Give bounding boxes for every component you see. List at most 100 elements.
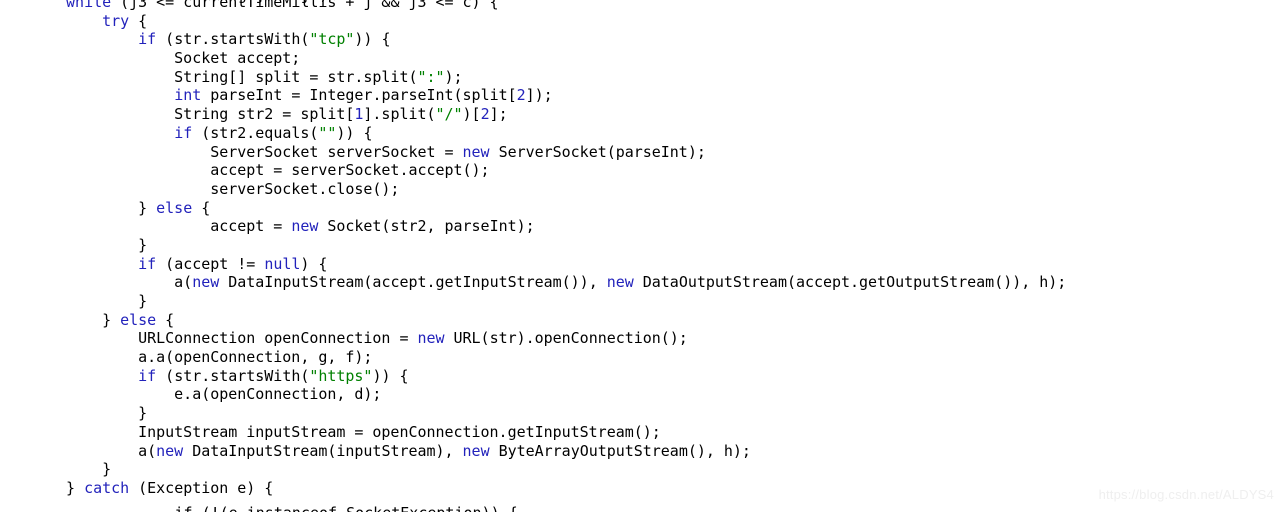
code-token-pl: } <box>30 478 85 497</box>
code-line: String[] split = str.split(":"); <box>30 68 1066 87</box>
code-token-num: 2 <box>516 86 526 105</box>
code-line: if (accept != null) { <box>30 255 1066 274</box>
code-token-pl: accept = <box>30 217 292 236</box>
code-token-kw: new <box>192 273 220 292</box>
code-line: e.a(openConnection, d); <box>30 385 1066 404</box>
code-line: } <box>30 460 1066 479</box>
code-line: } else { <box>30 311 1066 330</box>
code-token-pl: (Exception e) { <box>129 478 274 497</box>
code-token-kw: new <box>462 142 490 161</box>
code-token-pl: a( <box>30 273 193 292</box>
code-line: int parseInt = Integer.parseInt(split[2]… <box>30 86 1066 105</box>
code-token-kw: while <box>66 0 112 11</box>
code-token-pl: parseInt = Integer.parseInt(split[ <box>201 86 517 105</box>
code-token-pl: (j3 <= currentTimeMillis + j && j3 <= c)… <box>111 0 499 11</box>
code-token-pl: } <box>30 198 157 217</box>
code-listing[interactable]: while (j3 <= currentTimeMillis + j && j3… <box>30 0 1066 498</box>
code-line: URLConnection openConnection = new URL(s… <box>30 329 1066 348</box>
code-token-kw: try <box>102 11 130 30</box>
code-line: a(new DataInputStream(accept.getInputStr… <box>30 273 1066 292</box>
code-line: String str2 = split[1].split("/")[2]; <box>30 105 1066 124</box>
code-token-str: "/" <box>435 105 463 124</box>
code-line: } catch (Exception e) { <box>30 479 1066 498</box>
code-token-pl: (str.startsWith( <box>156 366 310 385</box>
code-token-pl: Socket accept; <box>30 49 301 68</box>
code-token-pl: e.a(openConnection, d); <box>30 385 382 404</box>
code-token-pl: DataInputStream(inputStream), <box>183 441 463 460</box>
code-token-pl: a( <box>30 441 157 460</box>
code-token-kw: new <box>156 441 184 460</box>
code-token-kw: if <box>174 123 193 142</box>
code-token-pl: (accept != <box>156 254 265 273</box>
code-line: a.a(openConnection, g, f); <box>30 348 1066 367</box>
code-token-pl: } <box>30 404 148 423</box>
code-token-pl: (str2.equals( <box>192 123 319 142</box>
code-token-kw: int <box>174 86 202 105</box>
code-line: while (j3 <= currentTimeMillis + j && j3… <box>30 0 1066 12</box>
code-token-kw: new <box>291 217 319 236</box>
code-token-pl: DataOutputStream(accept.getOutputStream(… <box>633 273 1067 292</box>
watermark-url: https://blog.csdn.net/ALDYS4 <box>1098 487 1274 502</box>
clipped-code-line-bottom: if (!(e instanceof SocketException)) { <box>30 504 517 512</box>
code-token-pl: ); <box>444 67 463 86</box>
code-line: } <box>30 292 1066 311</box>
code-line: if (str.startsWith("https")) { <box>30 367 1066 386</box>
code-token-pl: ]); <box>525 86 553 105</box>
code-token-pl: { <box>129 11 148 30</box>
code-token-pl: } <box>30 310 121 329</box>
code-line: accept = new Socket(str2, parseInt); <box>30 217 1066 236</box>
code-token-str: "tcp" <box>309 30 355 49</box>
code-token-kw: else <box>156 198 193 217</box>
code-token-pl: String[] split = str.split( <box>30 67 418 86</box>
code-token-pl: } <box>30 292 148 310</box>
code-line: if (str2.equals("")) { <box>30 124 1066 143</box>
code-token-pl: { <box>192 198 211 217</box>
code-viewport[interactable]: long j3 = j2; while (j3 <= currentTimeMi… <box>0 0 1280 512</box>
code-token-pl: ]; <box>489 105 508 124</box>
code-line: if (str.startsWith("tcp")) { <box>30 30 1066 49</box>
code-line: Socket accept; <box>30 49 1066 68</box>
code-token-pl: accept = serverSocket.accept(); <box>30 161 490 180</box>
code-line: try { <box>30 12 1066 31</box>
code-line: accept = serverSocket.accept(); <box>30 161 1066 180</box>
code-token-kw: new <box>462 441 490 460</box>
code-token-kw: if <box>138 30 157 49</box>
code-line: } <box>30 404 1066 423</box>
code-line: } <box>30 236 1066 255</box>
code-line: a(new DataInputStream(inputStream), new … <box>30 442 1066 461</box>
code-token-pl: } <box>30 235 148 254</box>
code-token-str: "https" <box>309 366 373 385</box>
code-token-pl: ].split( <box>363 105 436 124</box>
code-token-pl: Socket(str2, parseInt); <box>318 217 535 236</box>
code-token-str: "" <box>318 123 337 142</box>
code-token-kw: new <box>417 329 445 348</box>
code-line: InputStream inputStream = openConnection… <box>30 423 1066 442</box>
code-token-pl: serverSocket.close(); <box>30 179 400 198</box>
code-token-pl: URL(str).openConnection(); <box>444 329 688 348</box>
code-token-kw: null <box>264 254 301 273</box>
code-token-num: 2 <box>480 105 490 124</box>
code-token-str: ":" <box>417 67 445 86</box>
code-token-kw: if <box>138 366 157 385</box>
code-token-pl: )[ <box>462 105 481 124</box>
code-token-pl: { <box>156 310 175 329</box>
code-token-pl: a.a(openConnection, g, f); <box>30 348 373 367</box>
code-token-pl: )) { <box>372 366 409 385</box>
code-token-kw: catch <box>84 478 130 497</box>
code-token-kw: else <box>120 310 157 329</box>
code-token-pl: String str2 = split[ <box>30 105 355 124</box>
code-line: } else { <box>30 199 1066 218</box>
code-line: ServerSocket serverSocket = new ServerSo… <box>30 143 1066 162</box>
code-line: serverSocket.close(); <box>30 180 1066 199</box>
code-token-pl: DataInputStream(accept.getInputStream())… <box>219 273 607 292</box>
code-token-pl: ServerSocket serverSocket = <box>30 142 463 161</box>
code-token-pl: ) { <box>300 254 328 273</box>
code-token-pl: } <box>30 460 112 479</box>
code-token-pl: URLConnection openConnection = <box>30 329 418 348</box>
code-token-pl: )) { <box>354 30 391 49</box>
